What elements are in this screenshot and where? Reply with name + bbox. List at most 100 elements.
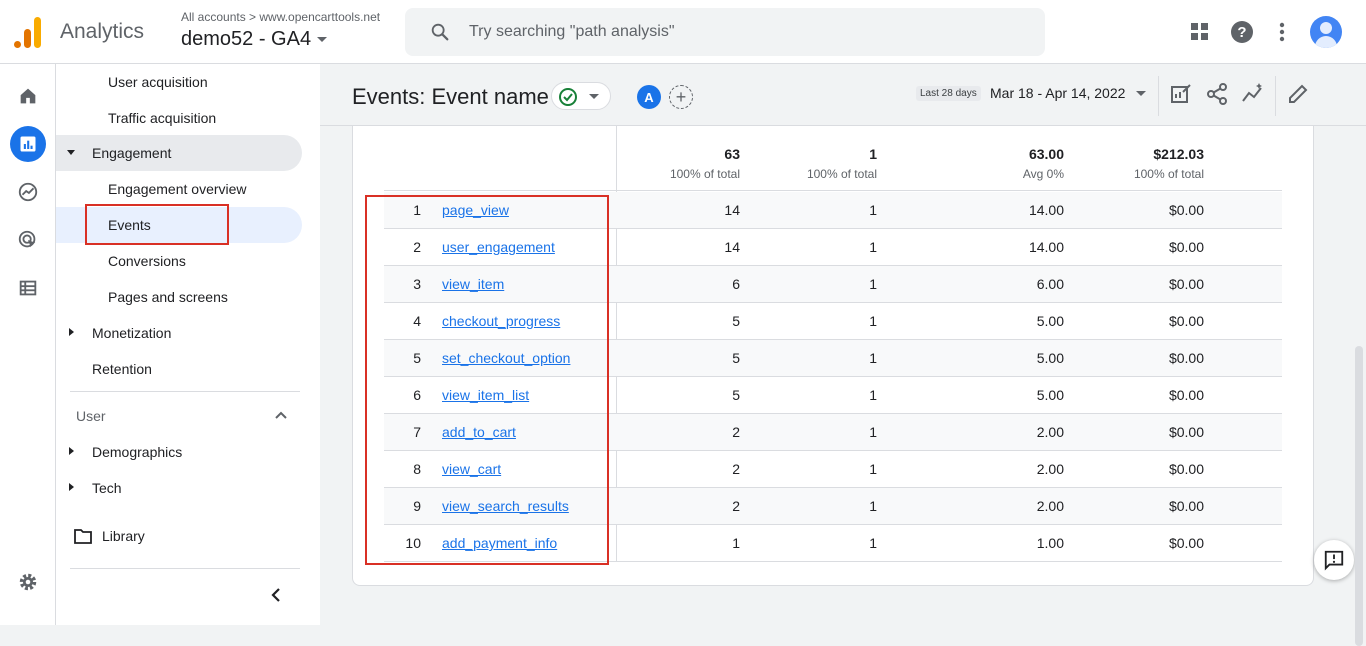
reports-icon[interactable]	[10, 126, 46, 162]
events-per-user-cell: 2.00	[1036, 498, 1064, 514]
folder-icon	[74, 529, 92, 544]
toolbar-divider	[1158, 76, 1159, 116]
collapse-chevron-icon[interactable]	[268, 586, 284, 604]
nav-item-engagement-overview[interactable]: Engagement overview	[56, 171, 302, 207]
totals-row: 63 100% of total 1 100% of total 63.00 Avg …	[384, 126, 1282, 191]
nav-item-traffic-acquisition[interactable]: Traffic acquisition	[56, 100, 302, 136]
revenue-cell: $0.00	[1168, 498, 1204, 514]
insights-icon[interactable]	[1241, 82, 1265, 106]
events-per-user-cell: 5.00	[1036, 313, 1064, 329]
revenue-cell: $0.00	[1168, 276, 1204, 292]
feedback-button[interactable]	[1314, 540, 1354, 580]
total-users-cell: 1	[869, 202, 877, 218]
caret-right-icon	[69, 447, 74, 455]
event-count-cell: 2	[732, 461, 740, 477]
revenue-cell: $0.00	[1168, 202, 1204, 218]
nav-item-pages-and-screens[interactable]: Pages and screens	[56, 279, 302, 315]
event-count-cell: 5	[732, 350, 740, 366]
add-comparison-button[interactable]: +	[669, 85, 693, 109]
caret-right-icon	[69, 483, 74, 491]
report-main: Events: Event name A + Last 28 days Mar …	[320, 64, 1366, 646]
report-titlebar: Events: Event name A + Last 28 days Mar …	[320, 64, 1366, 126]
configure-icon[interactable]	[10, 270, 46, 306]
advertising-icon[interactable]	[10, 222, 46, 258]
chevron-down-icon[interactable]	[1136, 91, 1146, 96]
svg-text:?: ?	[1237, 24, 1246, 41]
settings-gear-icon[interactable]	[10, 564, 46, 600]
nav-item-monetization[interactable]: Monetization	[56, 315, 302, 351]
comparison-badge[interactable]: A	[637, 85, 661, 109]
account-breadcrumb[interactable]: All accounts > www.opencarttools.net	[181, 10, 380, 24]
analytics-logo-icon[interactable]	[14, 16, 42, 48]
event-count-cell: 5	[732, 313, 740, 329]
revenue-cell: $0.00	[1168, 239, 1204, 255]
total-event-count: 63 100% of total	[669, 146, 740, 181]
total-users-cell: 1	[869, 239, 877, 255]
revenue-cell: $0.00	[1168, 535, 1204, 551]
nav-divider	[70, 391, 300, 392]
left-rail	[0, 64, 56, 625]
events-per-user-cell: 1.00	[1036, 535, 1064, 551]
more-vert-icon[interactable]	[1268, 18, 1296, 46]
home-icon[interactable]	[10, 78, 46, 114]
events-per-user-cell: 14.00	[1028, 239, 1064, 255]
search-input[interactable]	[469, 20, 1029, 44]
toolbar-divider	[1275, 76, 1276, 116]
chevron-down-icon	[317, 37, 328, 43]
event-count-cell: 14	[724, 239, 740, 255]
caret-right-icon	[69, 328, 74, 336]
edit-report-icon[interactable]	[1169, 82, 1193, 106]
property-name: demo52 - GA4	[181, 28, 312, 50]
events-per-user-cell: 5.00	[1036, 387, 1064, 403]
event-names-highlight-box	[365, 195, 609, 565]
total-users-cell: 1	[869, 424, 877, 440]
apps-grid-icon[interactable]	[1186, 18, 1214, 46]
user-section-label[interactable]: User	[76, 408, 106, 424]
report-status-chip[interactable]	[551, 82, 611, 110]
nav-item-retention[interactable]: Retention	[56, 351, 302, 387]
report-navigation: User acquisition Traffic acquisition Eng…	[56, 64, 320, 625]
date-period-tag: Last 28 days	[916, 86, 981, 101]
help-icon[interactable]: ?	[1228, 18, 1256, 46]
total-events-per-user: 63.00 Avg 0%	[1022, 146, 1064, 181]
property-selector[interactable]: demo52 - GA4	[181, 28, 328, 51]
search-box[interactable]	[405, 8, 1045, 56]
app-name: Analytics	[60, 20, 145, 43]
revenue-cell: $0.00	[1168, 424, 1204, 440]
explore-icon[interactable]	[10, 174, 46, 210]
feedback-icon	[1324, 550, 1344, 571]
events-highlight-box	[85, 204, 229, 245]
event-count-cell: 14	[724, 202, 740, 218]
nav-item-demographics[interactable]: Demographics	[56, 434, 302, 470]
date-range-picker[interactable]: Mar 18 - Apr 14, 2022	[990, 85, 1125, 101]
nav-item-conversions[interactable]: Conversions	[56, 243, 302, 279]
total-users-cell: 1	[869, 276, 877, 292]
scrollbar-thumb[interactable]	[1355, 346, 1363, 646]
events-per-user-cell: 2.00	[1036, 424, 1064, 440]
pencil-icon[interactable]	[1286, 82, 1310, 106]
nav-item-tech[interactable]: Tech	[56, 470, 302, 506]
nav-item-user-acquisition[interactable]: User acquisition	[56, 64, 302, 100]
top-header: Analytics All accounts > www.opencarttoo…	[0, 0, 1366, 64]
nav-library[interactable]: Library	[74, 526, 145, 546]
nav-divider	[70, 568, 300, 569]
revenue-cell: $0.00	[1168, 461, 1204, 477]
revenue-cell: $0.00	[1168, 313, 1204, 329]
events-per-user-cell: 2.00	[1036, 461, 1064, 477]
total-users-cell: 1	[869, 387, 877, 403]
total-users: 1 100% of total	[806, 146, 877, 181]
event-count-cell: 5	[732, 387, 740, 403]
event-count-cell: 2	[732, 498, 740, 514]
events-per-user-cell: 5.00	[1036, 350, 1064, 366]
events-per-user-cell: 6.00	[1036, 276, 1064, 292]
user-avatar[interactable]	[1310, 16, 1342, 48]
total-users-cell: 1	[869, 461, 877, 477]
chevron-up-icon[interactable]	[274, 408, 288, 422]
nav-item-engagement[interactable]: Engagement	[56, 135, 302, 171]
page-title: Events: Event name	[352, 84, 549, 109]
chevron-down-icon	[589, 94, 599, 99]
total-users-cell: 1	[869, 350, 877, 366]
search-icon	[431, 23, 449, 41]
revenue-cell: $0.00	[1168, 350, 1204, 366]
share-icon[interactable]	[1205, 82, 1229, 106]
